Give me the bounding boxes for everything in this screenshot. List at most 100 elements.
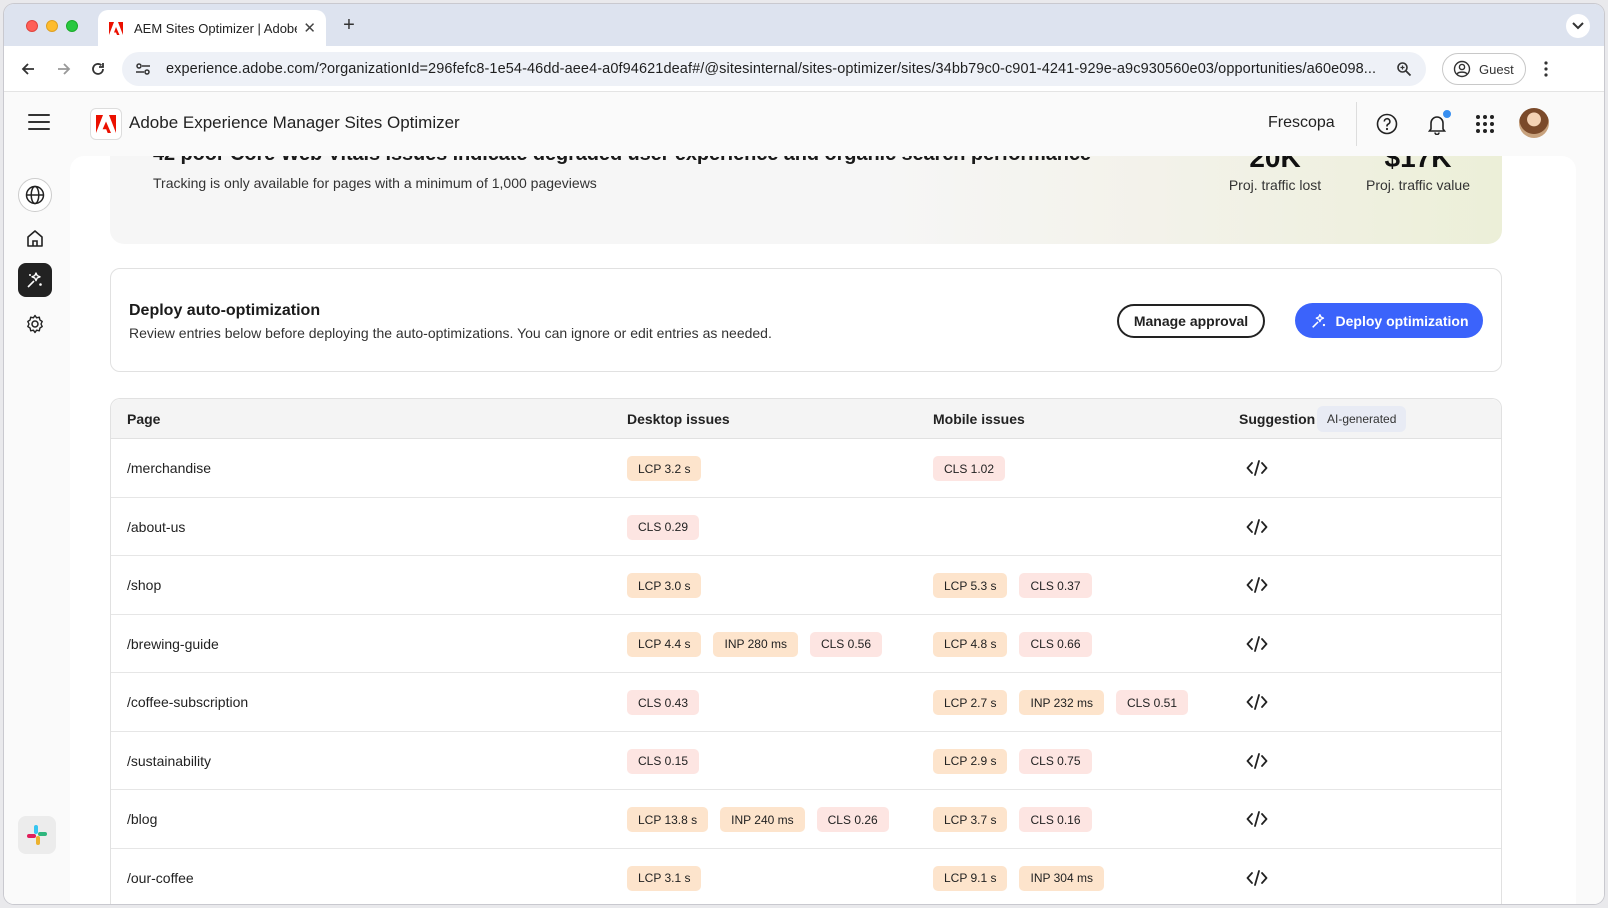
column-header-page[interactable]: Page [127, 411, 160, 427]
lcp-issue-badge: LCP 2.7 s [933, 690, 1008, 715]
browser-tab[interactable]: AEM Sites Optimizer | Adobe ✕ [98, 10, 326, 46]
inp-issue-badge: INP 304 ms [1019, 865, 1104, 891]
slack-icon [27, 825, 47, 845]
tab-strip: AEM Sites Optimizer | Adobe ✕ + [4, 4, 1604, 46]
metric-value: 20K [1249, 156, 1301, 173]
page-path[interactable]: /about-us [127, 519, 185, 535]
site-settings-icon[interactable] [134, 60, 152, 78]
code-suggestion-icon[interactable] [1245, 868, 1269, 888]
browser-menu-button[interactable] [1538, 58, 1554, 80]
home-nav-button[interactable] [18, 221, 52, 255]
code-suggestion-icon[interactable] [1245, 751, 1269, 771]
page-path[interactable]: /merchandise [127, 460, 211, 476]
code-suggestion-icon[interactable] [1245, 458, 1269, 478]
cls-issue-badge: CLS 0.75 [1019, 748, 1092, 774]
browser-toolbar: experience.adobe.com/?organizationId=296… [4, 46, 1604, 92]
settings-nav-button[interactable] [18, 307, 52, 341]
site-globe-button[interactable] [18, 178, 52, 212]
tab-close-icon[interactable]: ✕ [303, 19, 316, 37]
person-circle-icon [1453, 60, 1471, 78]
table-row[interactable]: /shop LCP 3.0 s LCP 5.3 s CLS 0.37 [111, 556, 1501, 615]
lcp-issue-badge: LCP 9.1 s [933, 865, 1008, 891]
table-row[interactable]: /sustainability CLS 0.15 LCP 2.9 s CLS 0.75 [111, 732, 1501, 790]
adobe-favicon-icon [108, 20, 124, 36]
maximize-window-button[interactable] [66, 20, 78, 32]
deploy-optimization-button[interactable]: Deploy optimization [1295, 303, 1483, 338]
mobile-issues-cell: LCP 3.7 s CLS 0.16 [933, 807, 1092, 832]
lcp-issue-badge: LCP 3.7 s [933, 807, 1008, 832]
close-window-button[interactable] [26, 20, 38, 32]
lcp-issue-badge: LCP 13.8 s [627, 807, 709, 832]
address-bar[interactable]: experience.adobe.com/?organizationId=296… [122, 52, 1426, 86]
table-row[interactable]: /blog LCP 13.8 s INP 240 ms CLS 0.26 LCP 3.7… [111, 790, 1501, 849]
zoom-icon[interactable] [1394, 59, 1414, 79]
tab-title: AEM Sites Optimizer | Adobe [134, 20, 298, 36]
code-suggestion-icon[interactable] [1245, 809, 1269, 829]
code-suggestion-icon[interactable] [1245, 517, 1269, 537]
desktop-issues-cell: CLS 0.29 [627, 514, 700, 540]
opportunities-nav-button[interactable] [18, 263, 52, 297]
url-text: experience.adobe.com/?organizationId=296… [166, 61, 1377, 77]
mobile-issues-cell: LCP 2.9 s CLS 0.75 [933, 748, 1092, 774]
code-suggestion-icon[interactable] [1245, 634, 1269, 654]
more-vertical-icon [1544, 61, 1548, 77]
page-path[interactable]: /shop [127, 577, 161, 593]
inp-issue-badge: INP 280 ms [713, 631, 798, 657]
cls-issue-badge: CLS 0.51 [1115, 690, 1189, 715]
lcp-issue-badge: LCP 4.8 s [933, 631, 1008, 657]
slack-button[interactable] [18, 816, 56, 854]
page-path[interactable]: /coffee-subscription [127, 694, 248, 710]
user-avatar[interactable] [1519, 108, 1549, 138]
table-row[interactable]: /merchandise LCP 3.2 s CLS 1.02 [111, 439, 1501, 498]
table-row[interactable]: /coffee-subscription CLS 0.43 LCP 2.7 s INP… [111, 673, 1501, 732]
lcp-issue-badge: LCP 4.4 s [627, 631, 702, 657]
mobile-issues-cell: LCP 4.8 s CLS 0.66 [933, 631, 1092, 657]
desktop-issues-cell: LCP 4.4 s INP 280 ms CLS 0.56 [627, 631, 883, 657]
desktop-issues-cell: LCP 3.1 s [627, 865, 702, 891]
deploy-button-label: Deploy optimization [1335, 312, 1469, 329]
summary-title: 42 poor Core Web Vitals issues indicate … [153, 156, 1091, 166]
profile-label: Guest [1479, 61, 1514, 77]
cls-issue-badge: CLS 0.16 [1019, 807, 1092, 832]
page-path[interactable]: /brewing-guide [127, 636, 219, 652]
metric-label: Proj. traffic lost [1228, 177, 1322, 193]
column-header-desktop[interactable]: Desktop issues [627, 411, 730, 427]
table-row[interactable]: /brewing-guide LCP 4.4 s INP 280 ms CLS 0.5… [111, 615, 1501, 673]
hamburger-menu-icon[interactable] [28, 114, 50, 132]
reload-button[interactable] [86, 57, 110, 81]
issues-table: Page Desktop issues Mobile issues Sugges… [110, 398, 1502, 904]
code-suggestion-icon[interactable] [1245, 575, 1269, 595]
lcp-issue-badge: LCP 3.0 s [627, 573, 702, 598]
table-row[interactable]: /our-coffee LCP 3.1 s LCP 9.1 s INP 304 ms [111, 849, 1501, 905]
column-header-suggestion[interactable]: Suggestion [1239, 411, 1315, 427]
code-suggestion-icon[interactable] [1245, 692, 1269, 712]
arrow-left-icon [21, 63, 34, 75]
forward-button[interactable] [52, 57, 76, 81]
chevron-down-icon [1572, 22, 1584, 30]
tab-search-button[interactable] [1566, 14, 1590, 38]
table-row[interactable]: /about-us CLS 0.29 [111, 498, 1501, 556]
deploy-description: Review entries below before deploying th… [129, 325, 772, 341]
page-path[interactable]: /blog [127, 811, 157, 827]
org-switcher[interactable]: Frescopa [1268, 114, 1335, 132]
help-icon[interactable] [1375, 112, 1399, 136]
page-path[interactable]: /sustainability [127, 753, 211, 769]
cls-issue-badge: CLS 1.02 [933, 456, 1006, 481]
profile-button[interactable]: Guest [1442, 53, 1526, 85]
mobile-issues-cell: CLS 1.02 [933, 456, 1006, 481]
lcp-issue-badge: LCP 2.9 s [933, 748, 1008, 774]
globe-icon [25, 185, 45, 205]
column-header-mobile[interactable]: Mobile issues [933, 411, 1025, 427]
cls-issue-badge: CLS 0.15 [627, 748, 700, 774]
adobe-logo[interactable] [90, 108, 122, 140]
cls-issue-badge: CLS 0.37 [1019, 573, 1092, 598]
mobile-issues-cell: LCP 5.3 s CLS 0.37 [933, 573, 1092, 598]
app-grid-icon[interactable] [1473, 112, 1497, 136]
content-panel: 42 poor Core Web Vitals issues indicate … [70, 156, 1576, 904]
arrow-right-icon [58, 63, 71, 75]
back-button[interactable] [16, 57, 40, 81]
new-tab-button[interactable]: + [338, 14, 360, 36]
page-path[interactable]: /our-coffee [127, 870, 194, 886]
manage-approval-button[interactable]: Manage approval [1117, 304, 1265, 338]
minimize-window-button[interactable] [46, 20, 58, 32]
